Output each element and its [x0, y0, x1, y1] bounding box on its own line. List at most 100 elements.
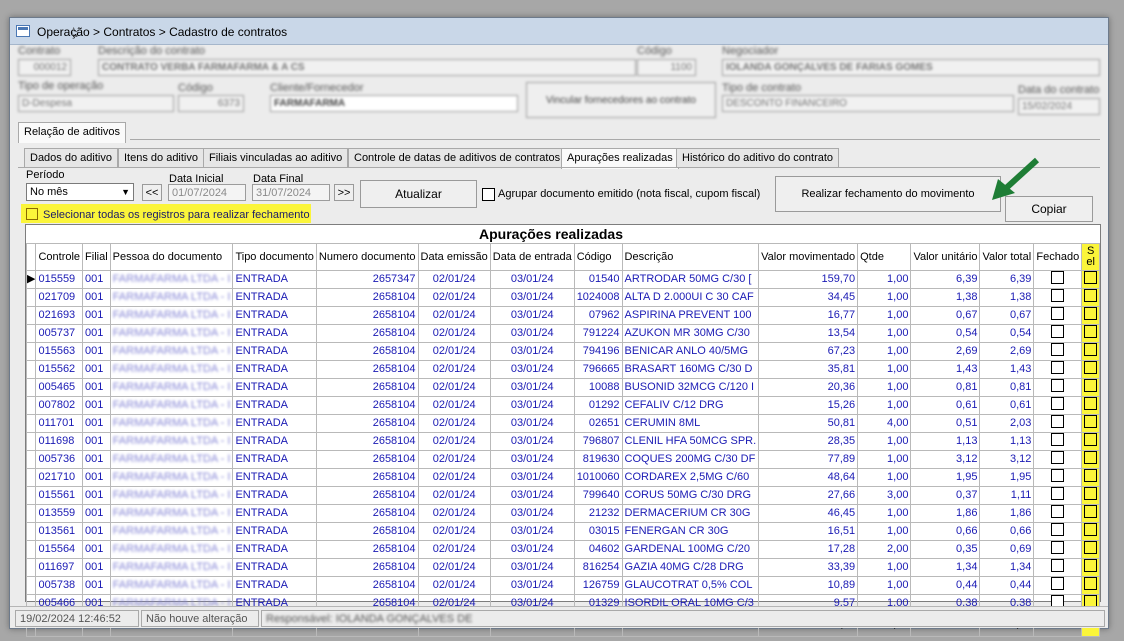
fechado-checkbox[interactable] [1051, 361, 1065, 374]
data-contrato-field[interactable]: 15/02/2024 [1018, 98, 1100, 115]
table-row[interactable]: 005465 001 FARMAFARMA LTDA - I ENTRADA 26581… [25, 378, 1101, 397]
column-header[interactable]: Data emissão [417, 243, 491, 271]
table-row[interactable]: 021709 001 FARMAFARMA LTDA - I ENTRADA 26581… [25, 288, 1101, 307]
tipo-contrato-select[interactable]: DESCONTO FINANCEIRO [722, 95, 1014, 112]
realizar-fechamento-button[interactable]: Realizar fechamento do movimento [775, 176, 1001, 212]
table-row[interactable]: 013561 001 FARMAFARMA LTDA - I ENTRADA 26581… [25, 522, 1101, 541]
column-header[interactable]: Valor total [979, 243, 1035, 271]
select-all-checkbox[interactable] [26, 208, 38, 220]
contrato-field[interactable]: 000012 [18, 59, 71, 76]
table-row[interactable]: 005736 001 FARMAFARMA LTDA - I ENTRADA 26581… [25, 450, 1101, 469]
column-header[interactable]: Código [573, 243, 623, 271]
fechado-checkbox[interactable] [1051, 505, 1065, 518]
table-row[interactable]: 015562 001 FARMAFARMA LTDA - I ENTRADA 26581… [25, 360, 1101, 379]
fechado-checkbox[interactable] [1051, 271, 1065, 284]
fechado-checkbox[interactable] [1051, 343, 1065, 356]
table-row[interactable]: 011697 001 FARMAFARMA LTDA - I ENTRADA 26581… [25, 558, 1101, 577]
sel-checkbox[interactable] [1084, 325, 1098, 338]
sel-checkbox[interactable] [1084, 487, 1098, 500]
table-row[interactable]: 021693 001 FARMAFARMA LTDA - I ENTRADA 26581… [25, 306, 1101, 325]
sel-checkbox[interactable] [1084, 577, 1098, 590]
tab-dados-aditivo[interactable]: Dados do aditivo [24, 148, 118, 167]
sel-checkbox[interactable] [1084, 397, 1098, 410]
column-header[interactable]: Filial [82, 243, 111, 271]
sel-checkbox[interactable] [1084, 307, 1098, 320]
tab-historico-aditivo[interactable]: Histórico do aditivo do contrato [676, 148, 840, 167]
column-header[interactable]: Descrição [621, 243, 760, 271]
column-header[interactable]: Data de entrada [489, 243, 575, 271]
tipo-operacao-select[interactable]: D-Despesa [18, 95, 174, 112]
fechado-checkbox[interactable] [1051, 559, 1065, 572]
table-row[interactable]: 013559 001 FARMAFARMA LTDA - I ENTRADA 26581… [25, 504, 1101, 523]
sel-checkbox[interactable] [1084, 289, 1098, 302]
fechado-checkbox[interactable] [1051, 523, 1065, 536]
sel-checkbox[interactable] [1084, 379, 1098, 392]
sel-checkbox[interactable] [1084, 541, 1098, 554]
table-row[interactable]: 015564 001 FARMAFARMA LTDA - I ENTRADA 26581… [25, 540, 1101, 559]
table-row[interactable]: 015563 001 FARMAFARMA LTDA - I ENTRADA 26581… [25, 342, 1101, 361]
tab-relacao-aditivos[interactable]: Relação de aditivos [18, 122, 127, 143]
next-period-button[interactable]: >> [334, 184, 354, 201]
sel-checkbox[interactable] [1084, 343, 1098, 356]
table-row[interactable]: 021710 001 FARMAFARMA LTDA - I ENTRADA 26581… [25, 468, 1101, 487]
data-inicial-field[interactable]: 01/07/2024 [168, 184, 246, 201]
tipo-documento-cell: ENTRADA [232, 378, 317, 397]
fechado-checkbox[interactable] [1051, 487, 1065, 500]
cliente-field[interactable]: FARMAFARMA [270, 95, 518, 112]
sel-checkbox[interactable] [1084, 271, 1098, 284]
table-row[interactable]: 005737 001 FARMAFARMA LTDA - I ENTRADA 26581… [25, 324, 1101, 343]
sel-checkbox[interactable] [1084, 361, 1098, 374]
sel-checkbox[interactable] [1084, 433, 1098, 446]
column-header[interactable]: Pessoa do documento [109, 243, 234, 271]
column-header[interactable]: Valor movimentado [758, 243, 859, 271]
fechado-checkbox[interactable] [1051, 289, 1065, 302]
sel-checkbox[interactable] [1084, 415, 1098, 428]
tab-controle-datas[interactable]: Controle de datas de aditivos de contrat… [348, 148, 567, 167]
sel-checkbox[interactable] [1084, 523, 1098, 536]
periodo-select[interactable]: No mês ▼ [26, 183, 134, 201]
column-header[interactable]: Fechado [1033, 243, 1083, 271]
filial-cell: 001 [82, 342, 111, 361]
table-row[interactable]: 015561 001 FARMAFARMA LTDA - I ENTRADA 26581… [25, 486, 1101, 505]
valor-unitario-cell: 0,54 [910, 324, 981, 343]
atualizar-button[interactable]: Atualizar [360, 180, 477, 208]
table-row[interactable]: 011698 001 FARMAFARMA LTDA - I ENTRADA 26581… [25, 432, 1101, 451]
vincular-fornecedores-button[interactable]: Vincular fornecedores ao contrato [526, 82, 716, 118]
table-row[interactable]: 005738 001 FARMAFARMA LTDA - I ENTRADA 26581… [25, 576, 1101, 595]
pessoa-text: FARMAFARMA LTDA - I [112, 561, 231, 573]
fechado-checkbox[interactable] [1051, 397, 1065, 410]
fechado-checkbox[interactable] [1051, 451, 1065, 464]
sel-checkbox[interactable] [1084, 505, 1098, 518]
fechado-checkbox[interactable] [1051, 541, 1065, 554]
prev-period-button[interactable]: << [142, 184, 162, 201]
controle-cell: 015563 [35, 342, 84, 361]
column-header[interactable]: Tipo documento [232, 243, 317, 271]
tab-apuracoes-realizadas[interactable]: Apurações realizadas [561, 148, 679, 169]
agrupar-checkbox[interactable] [482, 188, 495, 201]
tab-filiais-vinculadas[interactable]: Filiais vinculadas ao aditivo [203, 148, 349, 167]
descricao-field[interactable]: CONTRATO VERBA FARMAFARMA & A CS [98, 59, 636, 76]
negociador-field[interactable]: IOLANDA GONÇALVES DE FARIAS GOMES [722, 59, 1100, 76]
fechado-checkbox[interactable] [1051, 379, 1065, 392]
fechado-checkbox[interactable] [1051, 325, 1065, 338]
table-row[interactable]: 007802 001 FARMAFARMA LTDA - I ENTRADA 26581… [25, 396, 1101, 415]
codigo2-field[interactable]: 6373 [178, 95, 244, 112]
fechado-checkbox[interactable] [1051, 469, 1065, 482]
fechado-checkbox[interactable] [1051, 415, 1065, 428]
fechado-checkbox[interactable] [1051, 433, 1065, 446]
column-header[interactable]: Controle [35, 243, 84, 271]
table-row[interactable]: 011701 001 FARMAFARMA LTDA - I ENTRADA 26581… [25, 414, 1101, 433]
column-header[interactable]: Qtde [857, 243, 912, 271]
column-header-sel[interactable]: Sel [1081, 243, 1101, 271]
column-header[interactable]: Valor unitário [910, 243, 981, 271]
fechado-checkbox[interactable] [1051, 577, 1065, 590]
sel-checkbox[interactable] [1084, 559, 1098, 572]
data-final-field[interactable]: 31/07/2024 [252, 184, 330, 201]
sel-checkbox[interactable] [1084, 451, 1098, 464]
tab-itens-aditivo[interactable]: Itens do aditivo [118, 148, 204, 167]
fechado-checkbox[interactable] [1051, 307, 1065, 320]
codigo-field[interactable]: 1100 [637, 59, 696, 76]
sel-checkbox[interactable] [1084, 469, 1098, 482]
column-header[interactable]: Numero documento [315, 243, 419, 271]
table-row[interactable]: ▶ 015559 001 FARMAFARMA LTDA - I ENTRADA 2657… [25, 270, 1101, 289]
